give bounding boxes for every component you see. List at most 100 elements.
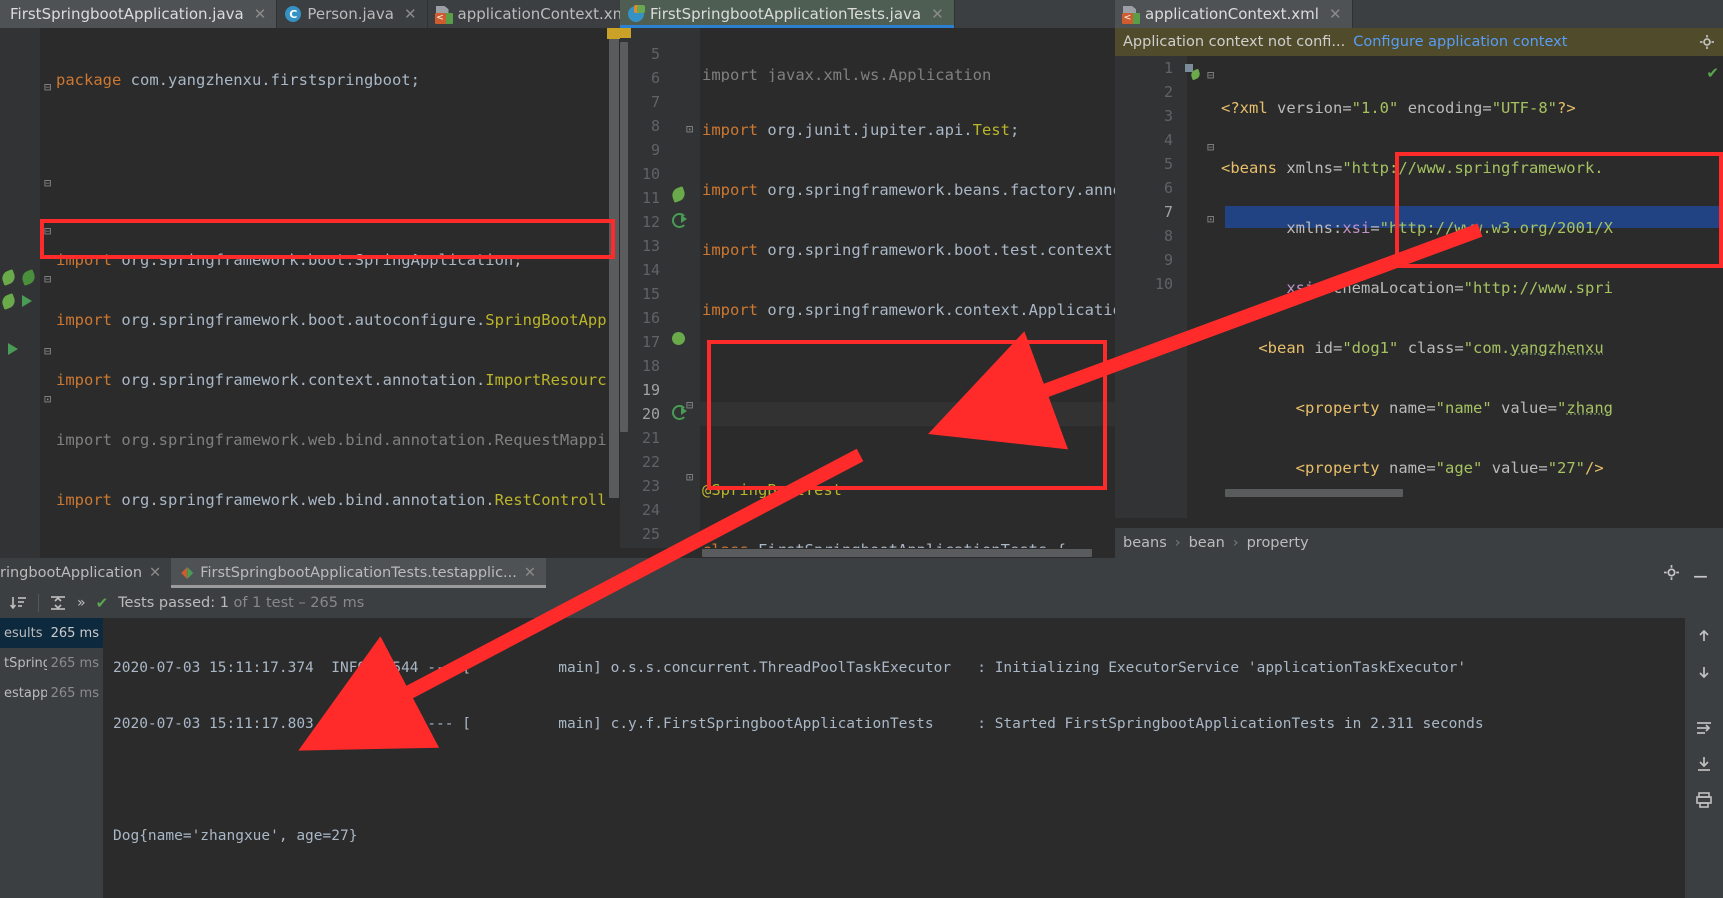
- breadcrumb-item-property[interactable]: property: [1247, 535, 1309, 551]
- editor-tab-person[interactable]: Person.java ✕: [277, 0, 428, 28]
- fold-marker[interactable]: ⊡: [686, 470, 693, 484]
- code-line: import org.springframework.boot.SpringAp…: [56, 251, 523, 269]
- run-tab-label: ringbootApplication: [0, 565, 143, 581]
- gutter-left[interactable]: [0, 28, 40, 558]
- test-tree-duration: 265 ms: [50, 625, 99, 641]
- code-line: xsi:schemaLocation="http://www.spri: [1286, 279, 1613, 297]
- warning-marker[interactable]: [620, 28, 631, 38]
- scrollbar-thumb[interactable]: [609, 28, 619, 498]
- fold-marker[interactable]: ⊟: [1207, 68, 1214, 82]
- fold-marker[interactable]: ⊟: [1207, 140, 1214, 154]
- code-line: <beans xmlns="http://www.springframework…: [1221, 159, 1604, 177]
- warning-marker[interactable]: [607, 28, 620, 39]
- print-icon[interactable]: [1694, 790, 1714, 810]
- run-tab-firstspringbootapplication[interactable]: ringbootApplication ✕: [0, 558, 171, 588]
- editor-pane-mid[interactable]: 5 6 7 8 9 10 11 12 13 14 15 16 17 18 19 …: [620, 28, 1115, 558]
- close-icon[interactable]: ✕: [404, 5, 417, 23]
- code-content-mid[interactable]: import javax.xml.ws.Application import o…: [702, 32, 1115, 558]
- expand-collapse-icon[interactable]: [49, 594, 67, 612]
- code-line: <property name="age" value="27"/>: [1295, 459, 1604, 477]
- spring-config-gutter-icon[interactable]: [20, 269, 37, 286]
- code-line: <property name="name" value="zhang: [1295, 399, 1614, 417]
- fold-marker[interactable]: ⊟: [44, 344, 51, 358]
- editor-pane-left[interactable]: ⊟ ⊟ ⊟ ⊟ ⊟ ⊡ package com.yangzhenxu.first…: [0, 28, 620, 558]
- fold-marker[interactable]: ⊡: [44, 392, 51, 406]
- run-tool-window: ringbootApplication ✕ FirstSpringbootApp…: [0, 558, 1723, 898]
- code-content-left[interactable]: package com.yangzhenxu.firstspringboot; …: [56, 32, 620, 558]
- test-tree-row-results[interactable]: esults 265 ms: [0, 618, 103, 648]
- configure-application-context-link[interactable]: Configure application context: [1353, 34, 1567, 50]
- code-line: <?xml version="1.0" encoding="UTF-8"?>: [1221, 99, 1576, 117]
- editor-tabbar-left: FirstSpringbootApplication.java ✕ Person…: [0, 0, 620, 28]
- breadcrumb-item-bean[interactable]: bean: [1189, 535, 1225, 551]
- run-main-gutter-icon[interactable]: [8, 343, 18, 355]
- console-line: 2020-07-03 15:11:17.374 INFO 17544 --- […: [113, 660, 1467, 676]
- run-test-method-gutter-icon[interactable]: [672, 404, 687, 420]
- editor-pane-right[interactable]: 1 2 3 4 5 6 7 8 9 10 ⊟ ⊟ ⊡ <?xml version…: [1115, 28, 1723, 558]
- minimize-icon[interactable]: [1692, 564, 1709, 585]
- fold-marker[interactable]: ⊡: [686, 122, 693, 136]
- scrollbar-thumb[interactable]: [702, 549, 1092, 557]
- scroll-up-icon[interactable]: [1694, 626, 1714, 646]
- editor-tab-applicationcontext-xml-right[interactable]: applicationContext.xml ✕: [1115, 0, 1353, 28]
- test-run-icon: [181, 567, 193, 579]
- test-tree-label: estappl: [4, 685, 47, 701]
- test-tree-row-method[interactable]: estappl 265 ms: [0, 678, 103, 708]
- gear-icon[interactable]: [1663, 564, 1680, 585]
- scroll-down-icon[interactable]: [1694, 662, 1714, 682]
- code-content-right[interactable]: <?xml version="1.0" encoding="UTF-8"?> <…: [1221, 60, 1723, 558]
- close-icon[interactable]: ✕: [524, 565, 536, 581]
- notification-message: Application context not confi...: [1123, 34, 1346, 50]
- fold-marker[interactable]: ⊟: [44, 80, 51, 94]
- close-icon[interactable]: ✕: [931, 5, 944, 23]
- run-tool-window-actions: [1663, 564, 1709, 585]
- spring-bean-gutter-icon[interactable]: [0, 269, 17, 286]
- fold-marker[interactable]: ⊟: [686, 398, 693, 412]
- more-chevrons-icon[interactable]: »: [77, 595, 86, 611]
- code-line: import org.springframework.boot.autoconf…: [56, 311, 620, 329]
- editor-tab-firstspringbootapplicationtests[interactable]: FirstSpringbootApplicationTests.java ✕: [620, 0, 955, 28]
- editor-hscrollbar-right[interactable]: [1115, 489, 1723, 528]
- fold-marker[interactable]: ⊟: [44, 272, 51, 286]
- test-runner-toolbar: » ✔ Tests passed: 1 of 1 test – 265 ms: [0, 588, 1723, 618]
- wrap-text-icon[interactable]: [1694, 718, 1714, 738]
- spring-beans-gutter-icon[interactable]: [1185, 64, 1202, 81]
- code-line: <bean id="dog1" class="com.yangzhenxu: [1258, 339, 1604, 357]
- inspection-ok-icon[interactable]: ✔: [1706, 64, 1719, 82]
- spring-bean-gutter-icon[interactable]: [0, 293, 17, 310]
- fold-marker[interactable]: ⊟: [44, 176, 51, 190]
- sort-alphabetically-icon[interactable]: [9, 594, 28, 612]
- test-tree-row-class[interactable]: tSpring 265 ms: [0, 648, 103, 678]
- test-results-tree[interactable]: esults 265 ms tSpring 265 ms estappl 265…: [0, 618, 103, 898]
- code-line: @SpringBootTest: [702, 481, 842, 499]
- fold-marker[interactable]: ⊡: [1207, 212, 1214, 226]
- breadcrumb-separator-icon: ›: [1232, 535, 1239, 551]
- autowired-bean-gutter-icon[interactable]: [670, 330, 687, 347]
- scrollbar-thumb[interactable]: [1225, 489, 1403, 497]
- editor-scrollbar-left[interactable]: [607, 28, 620, 558]
- spring-boot-test-gutter-icon[interactable]: [670, 186, 687, 203]
- run-tab-firstspringbootapplicationtests[interactable]: FirstSpringbootApplicationTests.testappl…: [171, 558, 547, 588]
- close-icon[interactable]: ✕: [149, 565, 161, 581]
- close-icon[interactable]: ✕: [254, 5, 267, 23]
- spring-test-icon: [628, 5, 645, 22]
- run-application-gutter-icon[interactable]: [22, 295, 32, 307]
- scroll-to-end-icon[interactable]: [1694, 754, 1714, 774]
- application-context-notification: Application context not confi... Configu…: [1115, 28, 1723, 56]
- editor-tab-applicationcontext-xml[interactable]: applicationContext.xml ✕: [428, 0, 620, 28]
- editor-scrollbar-mid-thumb[interactable]: [620, 42, 628, 432]
- code-line: import org.springframework.web.bind.anno…: [56, 491, 620, 509]
- editor-hscrollbar-mid[interactable]: [620, 548, 1115, 558]
- run-test-class-gutter-icon[interactable]: [672, 212, 687, 228]
- gear-icon[interactable]: [1699, 34, 1715, 50]
- editor-tab-firstspringbootapplication[interactable]: FirstSpringbootApplication.java ✕: [0, 0, 278, 28]
- console-output[interactable]: 2020-07-03 15:11:17.374 INFO 17544 --- […: [103, 618, 1685, 898]
- fold-marker[interactable]: ⊟: [44, 224, 51, 238]
- breadcrumb-item-beans[interactable]: beans: [1123, 535, 1167, 551]
- tests-status-label: Tests passed: 1 of 1 test – 265 ms: [118, 595, 364, 611]
- close-icon[interactable]: ✕: [1329, 5, 1342, 23]
